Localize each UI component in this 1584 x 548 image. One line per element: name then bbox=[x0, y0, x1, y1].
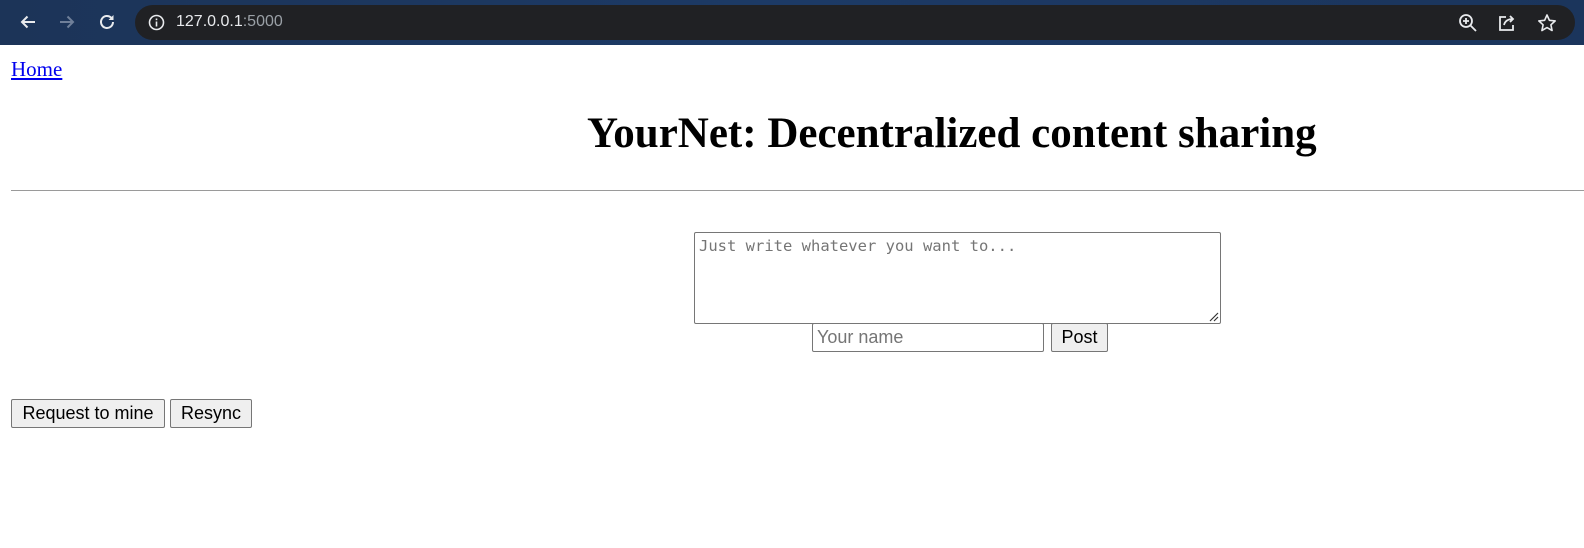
request-to-mine-button[interactable]: Request to mine bbox=[11, 399, 165, 428]
url-host: 127.0.0.1 bbox=[176, 13, 243, 30]
post-button[interactable]: Post bbox=[1051, 323, 1108, 352]
divider bbox=[11, 190, 1584, 191]
info-icon[interactable] bbox=[148, 14, 165, 36]
url-port: :5000 bbox=[242, 13, 283, 30]
url-text[interactable]: 127.0.0.1:5000 bbox=[176, 13, 283, 31]
name-input[interactable] bbox=[812, 323, 1044, 352]
arrow-right-icon bbox=[60, 15, 75, 29]
content-textarea[interactable] bbox=[694, 232, 1221, 324]
forward-button[interactable] bbox=[52, 7, 82, 37]
zoom-in-icon[interactable] bbox=[1457, 12, 1479, 34]
back-button[interactable] bbox=[13, 7, 43, 37]
reload-icon bbox=[100, 15, 114, 29]
page-content: Home YourNet: Decentralized content shar… bbox=[0, 45, 1584, 548]
page-title: YourNet: Decentralized content sharing bbox=[587, 110, 1317, 157]
share-icon[interactable] bbox=[1496, 12, 1518, 34]
reload-button[interactable] bbox=[92, 7, 122, 37]
address-bar[interactable]: 127.0.0.1:5000 bbox=[135, 5, 1575, 40]
resync-button[interactable]: Resync bbox=[170, 399, 252, 428]
browser-toolbar: 127.0.0.1:5000 bbox=[0, 0, 1584, 45]
arrow-left-icon bbox=[20, 15, 35, 29]
home-link[interactable]: Home bbox=[11, 57, 62, 81]
star-icon[interactable] bbox=[1536, 12, 1558, 34]
